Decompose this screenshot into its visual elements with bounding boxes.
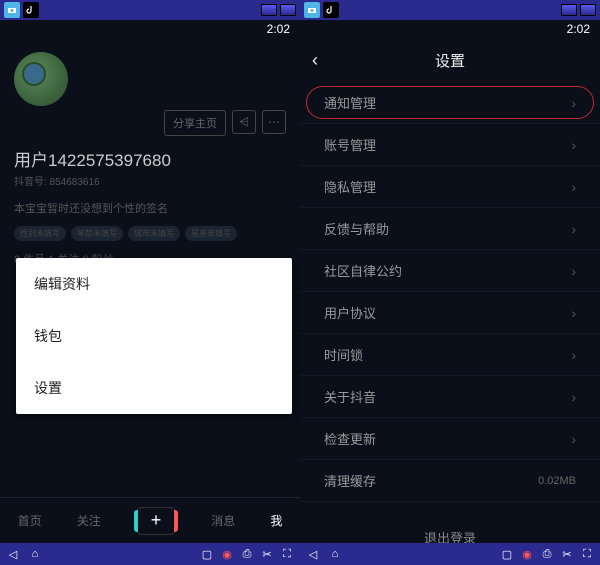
tag-zodiac: 星座未填写 xyxy=(185,226,237,241)
tag-gender: 性别未填写 xyxy=(14,226,66,241)
system-navbar: ◁ ⌂ ▢ ◉ ⎙ ✂ ⛶ xyxy=(0,543,300,565)
expand-icon[interactable]: ⛶ xyxy=(580,547,594,561)
screenshot-icon[interactable]: ⎙ xyxy=(540,547,554,561)
status-bar: 2:02 xyxy=(300,20,600,38)
nav-home[interactable]: 首页 xyxy=(18,512,42,529)
back-icon[interactable]: ◁ xyxy=(6,547,20,561)
popup-wallet[interactable]: 钱包 xyxy=(16,310,292,362)
expand-icon[interactable]: ⛶ xyxy=(280,547,294,561)
chevron-right-icon: › xyxy=(571,305,576,321)
chevron-right-icon: › xyxy=(571,221,576,237)
row-about[interactable]: 关于抖音› xyxy=(300,376,600,418)
add-friend-icon[interactable]: ⩤ xyxy=(232,110,256,134)
signature-label: 本宝宝暂时还没想到个性的签名 xyxy=(14,200,286,216)
chevron-right-icon: › xyxy=(571,95,576,111)
window-min-button[interactable] xyxy=(561,4,577,16)
eye-icon[interactable]: ◉ xyxy=(220,547,234,561)
row-notification[interactable]: 通知管理› xyxy=(300,82,600,124)
home-icon[interactable]: ⌂ xyxy=(28,547,42,561)
right-screen: 2:02 ‹ 设置 通知管理› 账号管理› 隐私管理› 反馈与帮助› 社区自律公… xyxy=(300,0,600,565)
emulator-titlebar xyxy=(300,0,600,20)
clock: 2:02 xyxy=(267,22,290,36)
bottom-nav: 首页 关注 + 消息 我 xyxy=(0,497,300,543)
cache-value: 0.02MB xyxy=(538,475,576,487)
page-title: 设置 xyxy=(435,50,465,71)
recents-icon[interactable]: ▢ xyxy=(200,547,214,561)
chevron-right-icon: › xyxy=(571,263,576,279)
window-max-button[interactable] xyxy=(280,4,296,16)
window-max-button[interactable] xyxy=(580,4,596,16)
share-profile-button[interactable]: 分享主页 xyxy=(164,110,226,136)
chevron-right-icon: › xyxy=(571,431,576,447)
chevron-right-icon: › xyxy=(571,179,576,195)
row-community[interactable]: 社区自律公约› xyxy=(300,250,600,292)
cut-icon[interactable]: ✂ xyxy=(560,547,574,561)
row-privacy[interactable]: 隐私管理› xyxy=(300,166,600,208)
back-button[interactable]: ‹ xyxy=(312,50,318,71)
profile-content: 分享主页 ⩤ ⋯ 用户1422575397680 抖音号: 854683616 … xyxy=(0,38,300,497)
status-bar: 2:02 xyxy=(0,20,300,38)
screenshot-icon[interactable]: ⎙ xyxy=(240,547,254,561)
user-id-label: 抖音号: 854683616 xyxy=(14,173,286,188)
chevron-right-icon: › xyxy=(571,389,576,405)
douyin-tab-icon[interactable] xyxy=(323,2,339,18)
clock: 2:02 xyxy=(567,22,590,36)
recents-icon[interactable]: ▢ xyxy=(500,547,514,561)
nav-follow[interactable]: 关注 xyxy=(77,512,101,529)
settings-list: 通知管理› 账号管理› 隐私管理› 反馈与帮助› 社区自律公约› 用户协议› 时… xyxy=(300,82,600,543)
nav-plus-button[interactable]: + xyxy=(136,507,176,535)
settings-header: ‹ 设置 xyxy=(300,38,600,82)
row-update[interactable]: 检查更新› xyxy=(300,418,600,460)
avatar[interactable] xyxy=(14,52,68,106)
system-navbar: ◁ ⌂ ▢ ◉ ⎙ ✂ ⛶ xyxy=(300,543,600,565)
more-icon[interactable]: ⋯ xyxy=(262,110,286,134)
left-screen: 2:02 分享主页 ⩤ ⋯ 用户1422575397680 抖音号: 85468… xyxy=(0,0,300,565)
logout-button[interactable]: 退出登录 xyxy=(300,516,600,543)
row-timelock[interactable]: 时间锁› xyxy=(300,334,600,376)
action-popup: 编辑资料 钱包 设置 xyxy=(16,258,292,414)
nav-me[interactable]: 我 xyxy=(270,512,282,529)
row-agreement[interactable]: 用户协议› xyxy=(300,292,600,334)
douyin-tab-icon[interactable] xyxy=(23,2,39,18)
profile-tags: 性别未填写 年龄未填写 城市未填写 星座未填写 xyxy=(14,226,286,241)
tag-city: 城市未填写 xyxy=(128,226,180,241)
home-icon[interactable]: ⌂ xyxy=(328,547,342,561)
eye-icon[interactable]: ◉ xyxy=(520,547,534,561)
settings-content: ‹ 设置 通知管理› 账号管理› 隐私管理› 反馈与帮助› 社区自律公约› 用户… xyxy=(300,38,600,543)
chevron-right-icon: › xyxy=(571,347,576,363)
nav-message[interactable]: 消息 xyxy=(211,512,235,529)
row-cache[interactable]: 清理缓存0.02MB xyxy=(300,460,600,502)
row-account[interactable]: 账号管理› xyxy=(300,124,600,166)
tag-age: 年龄未填写 xyxy=(71,226,123,241)
username-label: 用户1422575397680 xyxy=(14,146,286,171)
cut-icon[interactable]: ✂ xyxy=(260,547,274,561)
back-icon[interactable]: ◁ xyxy=(306,547,320,561)
popup-edit-profile[interactable]: 编辑资料 xyxy=(16,258,292,310)
popup-settings[interactable]: 设置 xyxy=(16,362,292,414)
camera-tab-icon[interactable] xyxy=(304,2,320,18)
emulator-titlebar xyxy=(0,0,300,20)
row-feedback[interactable]: 反馈与帮助› xyxy=(300,208,600,250)
window-min-button[interactable] xyxy=(261,4,277,16)
chevron-right-icon: › xyxy=(571,137,576,153)
camera-tab-icon[interactable] xyxy=(4,2,20,18)
